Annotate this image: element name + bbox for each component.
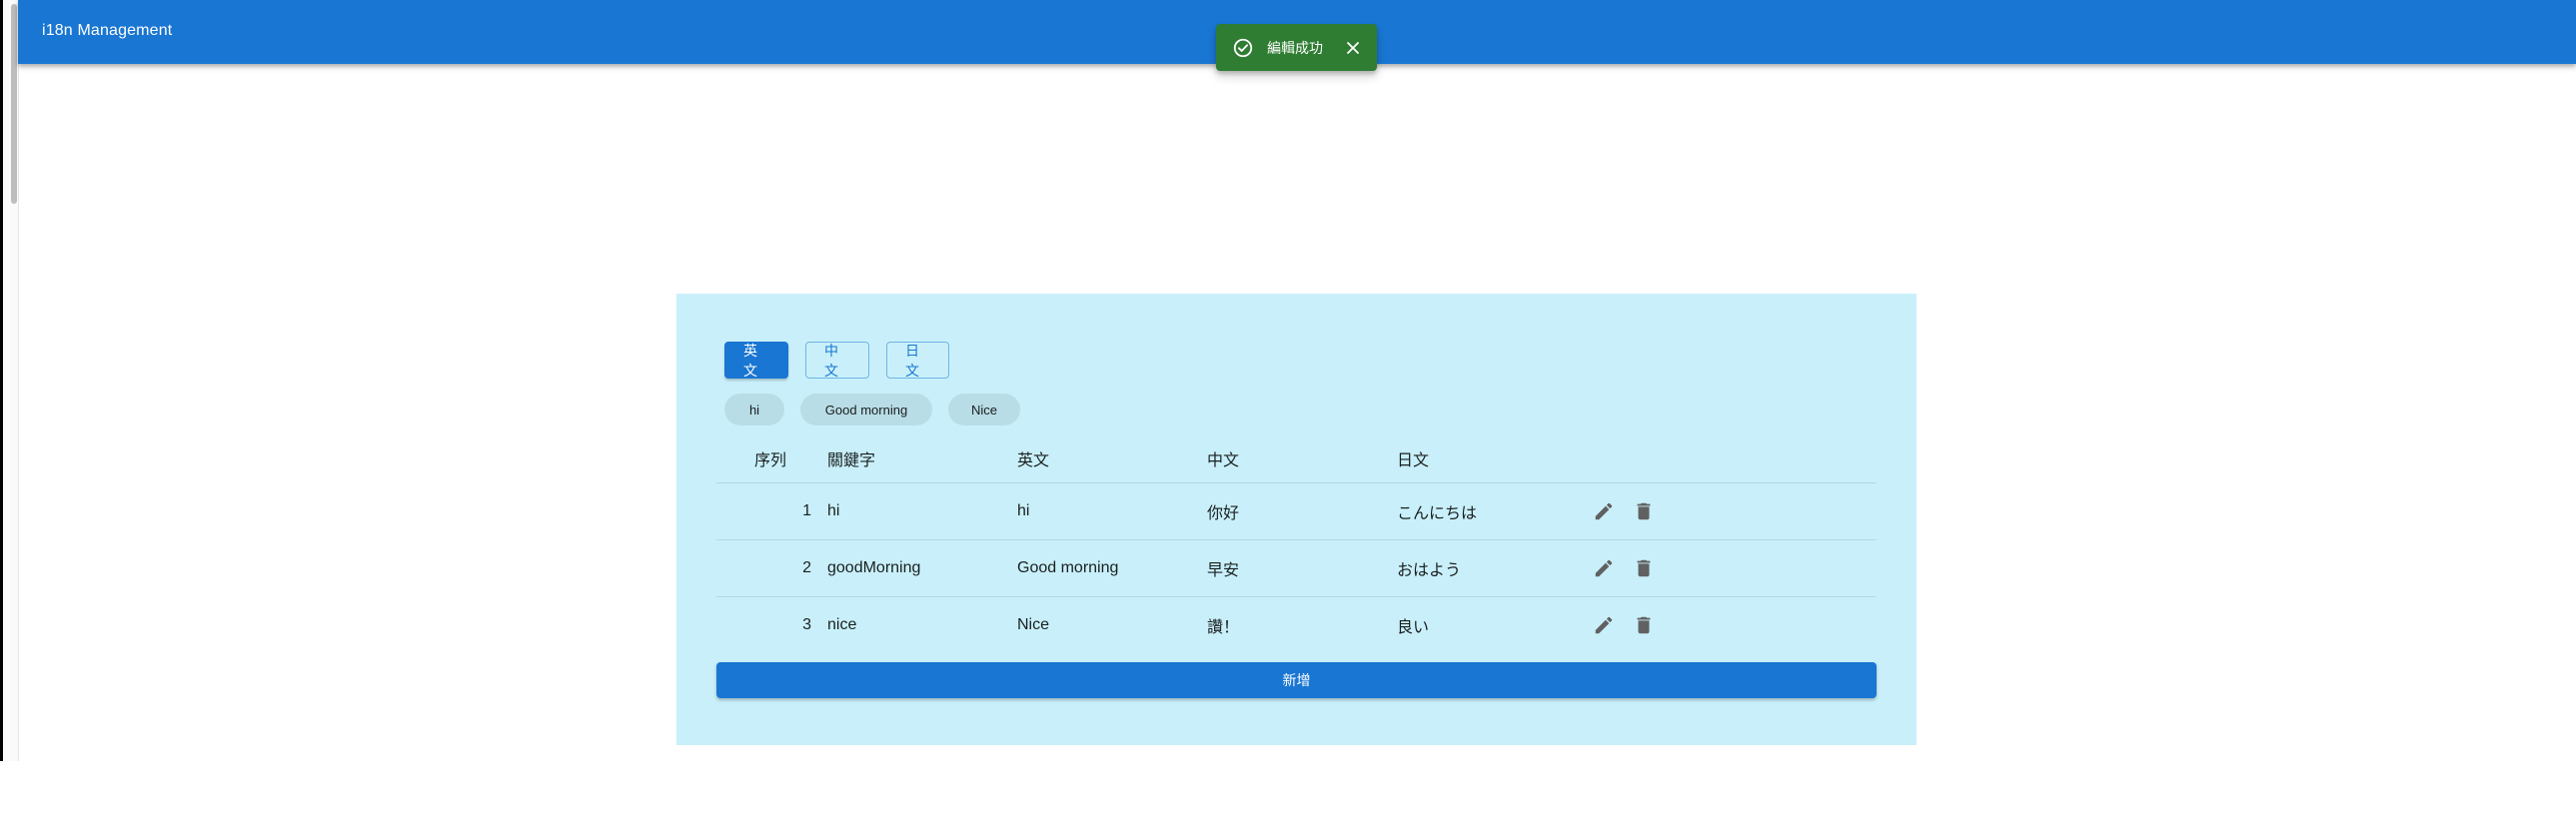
close-icon[interactable]: [1343, 38, 1363, 58]
cell-english: Nice: [1017, 616, 1050, 633]
language-tabs: 英文 中文 日文: [724, 342, 949, 379]
cell-japanese: こんにちは: [1397, 505, 1478, 522]
cell-japanese: おはよう: [1397, 562, 1462, 579]
cell-index: 3: [802, 616, 811, 633]
header-english: 英文: [1017, 451, 1050, 469]
row-actions: [1579, 614, 1655, 636]
tab-english[interactable]: 英文: [724, 342, 788, 379]
trash-icon[interactable]: [1633, 500, 1655, 522]
cell-japanese: 良い: [1397, 619, 1430, 636]
i18n-panel: 英文 中文 日文 hi Good morning Nice 序列 關鍵字 英文 …: [676, 294, 1917, 745]
header-japanese: 日文: [1397, 451, 1430, 469]
pencil-icon[interactable]: [1593, 557, 1615, 579]
tab-japanese[interactable]: 日文: [886, 342, 949, 379]
app-title: i18n Management: [42, 22, 173, 39]
cell-key: hi: [827, 502, 840, 519]
trash-icon[interactable]: [1633, 614, 1655, 636]
cell-chinese: 早安: [1207, 562, 1240, 579]
add-button[interactable]: 新增: [716, 662, 1877, 698]
trash-icon[interactable]: [1633, 557, 1655, 579]
header-key: 關鍵字: [827, 451, 876, 469]
tab-chinese[interactable]: 中文: [805, 342, 869, 379]
row-actions: [1579, 557, 1655, 579]
cell-index: 2: [802, 559, 811, 576]
translations-table: 序列 關鍵字 英文 中文 日文 1 hi hi 你好 こんにちは 2 goodM…: [716, 433, 1877, 653]
chip-nice[interactable]: Nice: [948, 394, 1020, 425]
table-row: 1 hi hi 你好 こんにちは: [716, 483, 1877, 540]
scrollbar[interactable]: [3, 0, 19, 761]
header-chinese: 中文: [1207, 451, 1240, 469]
cell-english: Good morning: [1017, 559, 1119, 576]
keyword-chips: hi Good morning Nice: [724, 394, 1020, 425]
chip-good-morning[interactable]: Good morning: [800, 394, 932, 425]
cell-english: hi: [1017, 502, 1030, 519]
cell-key: goodMorning: [827, 559, 921, 576]
snackbar-message: 編輯成功: [1267, 39, 1323, 56]
cell-chinese: 你好: [1207, 505, 1240, 522]
cell-index: 1: [802, 502, 811, 519]
pencil-icon[interactable]: [1593, 500, 1615, 522]
success-snackbar: 編輯成功: [1216, 24, 1377, 71]
table-header: 序列 關鍵字 英文 中文 日文: [716, 433, 1877, 483]
row-actions: [1579, 500, 1655, 522]
check-circle-icon: [1232, 37, 1254, 59]
table-row: 2 goodMorning Good morning 早安 おはよう: [716, 540, 1877, 597]
header-index: 序列: [754, 451, 787, 469]
scrollbar-thumb[interactable]: [11, 4, 17, 204]
cell-key: nice: [827, 616, 857, 633]
cell-chinese: 讚！: [1207, 619, 1240, 636]
chip-hi[interactable]: hi: [724, 394, 784, 425]
pencil-icon[interactable]: [1593, 614, 1615, 636]
table-row: 3 nice Nice 讚！ 良い: [716, 597, 1877, 653]
